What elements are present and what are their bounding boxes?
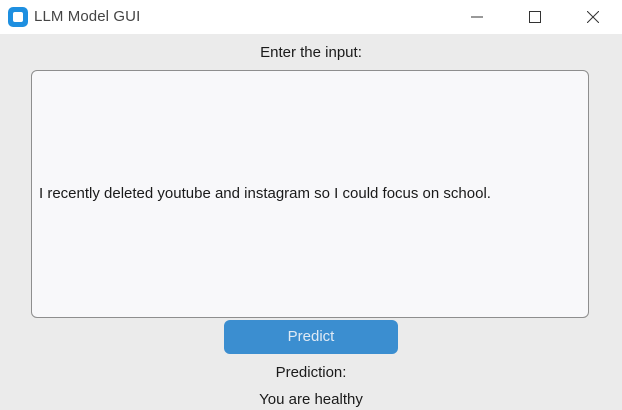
- input-textbox[interactable]: I recently deleted youtube and instagram…: [31, 70, 589, 318]
- predict-button[interactable]: Predict: [224, 320, 398, 354]
- maximize-button[interactable]: [508, 0, 562, 34]
- minimize-icon: [471, 16, 483, 18]
- app-icon: [8, 7, 28, 27]
- input-text: I recently deleted youtube and instagram…: [39, 185, 491, 202]
- prediction-label: Prediction:: [275, 364, 347, 381]
- minimize-button[interactable]: [450, 0, 504, 34]
- app-window: LLM Model GUI Enter the input: I recentl…: [0, 0, 622, 410]
- close-icon: [587, 11, 599, 23]
- title-bar[interactable]: LLM Model GUI: [0, 0, 622, 34]
- maximize-icon: [529, 11, 541, 23]
- input-label: Enter the input:: [260, 44, 362, 61]
- window-title: LLM Model GUI: [34, 8, 141, 25]
- prediction-value: You are healthy: [259, 391, 363, 408]
- close-button[interactable]: [566, 0, 620, 34]
